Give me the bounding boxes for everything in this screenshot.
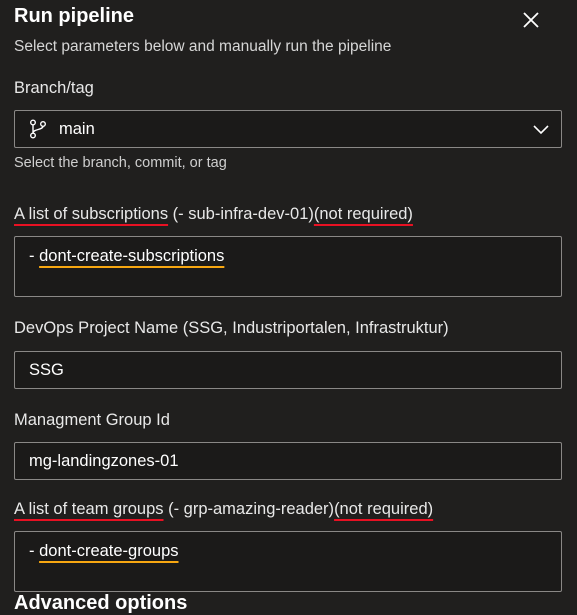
subscriptions-value: dont-create-subscriptions — [39, 247, 225, 265]
management-group-input[interactable]: mg-landingzones-01 — [14, 442, 562, 480]
subscriptions-label: A list of subscriptions (- sub-infra-dev… — [14, 205, 413, 224]
branch-select[interactable]: main — [14, 110, 562, 148]
subscriptions-value-prefix: - — [29, 247, 40, 265]
team-groups-textarea[interactable]: - dont-create-groups — [14, 531, 562, 592]
advanced-options-heading[interactable]: Advanced options — [14, 592, 187, 615]
close-button[interactable] — [519, 8, 543, 32]
panel-subtitle: Select parameters below and manually run… — [14, 38, 392, 55]
devops-project-input[interactable]: SSG — [14, 351, 562, 389]
subscriptions-textarea[interactable]: - dont-create-subscriptions — [14, 236, 562, 297]
panel-title: Run pipeline — [14, 5, 134, 27]
close-icon — [523, 12, 539, 28]
subscriptions-label-note: (not required) — [313, 205, 413, 223]
branch-icon — [30, 119, 46, 139]
team-groups-label-example: (- grp-amazing-reader) — [163, 500, 335, 518]
team-groups-value: dont-create-groups — [39, 542, 179, 560]
team-groups-label-note: (not required) — [334, 500, 434, 518]
branch-value: main — [59, 119, 95, 138]
subscriptions-label-main: A list of subscriptions — [14, 205, 169, 223]
chevron-down-icon — [533, 125, 549, 135]
team-groups-value-prefix: - — [29, 542, 40, 560]
subscriptions-label-example: (- sub-infra-dev-01) — [168, 205, 314, 223]
team-groups-label-main: A list of team groups — [14, 500, 164, 518]
devops-project-label: DevOps Project Name (SSG, Industriportal… — [14, 319, 449, 337]
team-groups-label: A list of team groups (- grp-amazing-rea… — [14, 500, 433, 519]
branch-label: Branch/tag — [14, 79, 94, 97]
branch-hint: Select the branch, commit, or tag — [14, 155, 227, 171]
management-group-label: Managment Group Id — [14, 411, 170, 429]
